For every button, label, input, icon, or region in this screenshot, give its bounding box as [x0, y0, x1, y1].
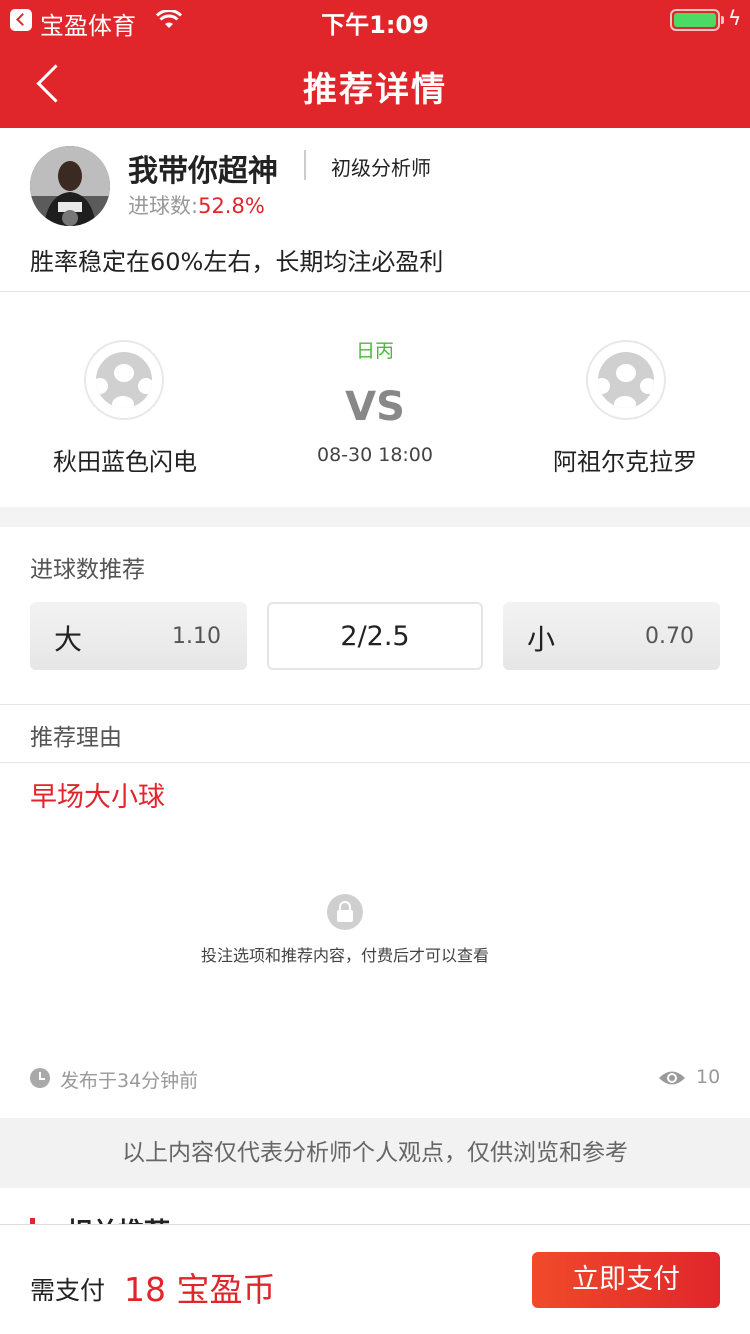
match-time: 08-30 18:00: [316, 444, 433, 466]
analyst-stat-value: 52.8%: [198, 194, 265, 218]
option-line-button[interactable]: 2/2.5: [267, 602, 483, 670]
reason-title: 推荐理由: [30, 725, 122, 751]
battery-icon: [670, 9, 720, 31]
analyst-level: 初级分析师: [331, 156, 431, 180]
lock-icon: [327, 894, 363, 930]
match-card: 秋田蓝色闪电 阿祖尔克拉罗 日丙 VS 08-30 18:00: [0, 292, 750, 507]
option-under-button[interactable]: 小 0.70: [503, 602, 720, 670]
reason-text: 早场大小球: [30, 782, 165, 813]
option-over-label: 大: [54, 623, 83, 656]
recommendation-title: 进球数推荐: [30, 557, 145, 583]
section-gap: [0, 507, 750, 527]
charging-icon: ϟ: [728, 6, 742, 30]
analyst-card: 我带你超神 初级分析师 进球数:52.8% 胜率稳定在60%左右，长期均注必盈利: [0, 128, 750, 292]
option-over-button[interactable]: 大 1.10: [30, 602, 247, 670]
top-header: 宝盈体育 下午1:09 ϟ 推荐详情: [0, 0, 750, 128]
divider: [0, 762, 750, 763]
battery-tip: [721, 16, 724, 24]
vs-label: VS: [345, 384, 405, 430]
divider: [0, 704, 750, 705]
avatar-image: [30, 146, 110, 226]
clock-icon: [30, 1068, 50, 1088]
name-divider: [304, 150, 306, 180]
pay-label: 需支付: [30, 1276, 106, 1305]
page-title: 推荐详情: [303, 70, 447, 110]
status-time: 下午1:09: [321, 11, 429, 39]
analyst-stat: 进球数:52.8%: [128, 190, 265, 220]
option-line-value: 2/2.5: [340, 621, 410, 652]
eye-icon: [659, 1071, 685, 1085]
locked-content-notice: 投注选项和推荐内容，付费后才可以查看: [0, 942, 690, 966]
disclaimer: 以上内容仅代表分析师个人观点，仅供浏览和参考: [0, 1118, 750, 1188]
analyst-motto: 胜率稳定在60%左右，长期均注必盈利: [30, 248, 444, 276]
pay-amount: 18 宝盈币: [124, 1270, 276, 1309]
pay-now-button[interactable]: 立即支付: [532, 1252, 720, 1308]
option-over-odds: 1.10: [172, 624, 221, 649]
analyst-stat-label: 进球数:: [128, 194, 199, 218]
avatar[interactable]: [30, 146, 110, 226]
analyst-name: 我带你超神: [128, 154, 278, 189]
option-under-odds: 0.70: [645, 624, 694, 649]
option-under-label: 小: [527, 623, 556, 656]
pay-bar: 需支付 18 宝盈币 立即支付: [0, 1224, 750, 1334]
league-name: 日丙: [355, 340, 394, 362]
view-count: 10: [696, 1066, 721, 1088]
locked-content-text: 投注选项和推荐内容，付费后才可以查看: [200, 946, 489, 965]
status-bar: 宝盈体育 下午1:09 ϟ: [0, 0, 750, 40]
publish-time: 发布于34分钟前: [60, 1070, 199, 1092]
